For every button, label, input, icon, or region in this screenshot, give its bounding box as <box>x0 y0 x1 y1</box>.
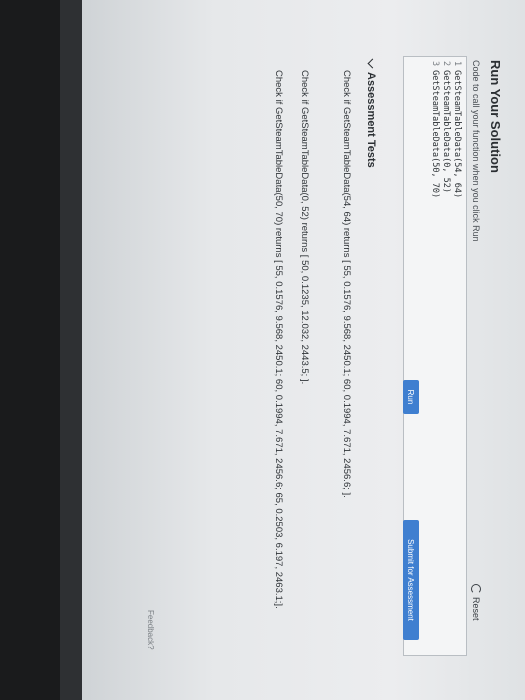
submit-for-assessment-button[interactable]: Submit for Assessment <box>403 520 419 640</box>
feedback-link[interactable]: Feedback? <box>146 610 155 650</box>
section-subtitle: Code to call your function when you clic… <box>471 60 481 242</box>
reset-button[interactable]: Reset <box>471 584 481 621</box>
device-bezel <box>0 0 60 700</box>
section-title: Run Your Solution <box>488 60 503 173</box>
code-text: GetSteamTableData(54, 64) <box>452 70 462 199</box>
run-button[interactable]: Run <box>403 380 419 414</box>
code-text: GetSteamTableData(0, 52) <box>441 70 451 193</box>
assessment-test-item: Check if GetSteamTableData(0, 52) return… <box>299 70 310 385</box>
assessment-test-item: Check if GetSteamTableData(54, 64) retur… <box>341 70 352 498</box>
code-line: 1 GetSteamTableData(54, 64) <box>452 61 462 198</box>
line-number: 2 <box>441 61 451 67</box>
assessment-tests-toggle[interactable]: Assessment Tests <box>365 58 378 168</box>
device-edge <box>60 0 82 700</box>
screen: Run Your Solution Code to call your func… <box>82 0 525 700</box>
code-line: 3 GetSteamTableData(50, 70) <box>430 61 440 198</box>
line-number: 3 <box>430 61 440 67</box>
code-text: GetSteamTableData(50, 70) <box>430 70 440 199</box>
assessment-tests-heading: Assessment Tests <box>365 72 377 168</box>
refresh-icon <box>471 584 481 594</box>
reset-label: Reset <box>471 597 481 621</box>
line-number: 1 <box>452 61 462 67</box>
code-line: 2 GetSteamTableData(0, 52) <box>441 61 451 193</box>
assessment-test-item: Check if GetSteamTableData(50, 70) retur… <box>273 70 284 609</box>
chevron-down-icon <box>367 58 378 69</box>
content-panel: Run Your Solution Code to call your func… <box>82 0 525 700</box>
